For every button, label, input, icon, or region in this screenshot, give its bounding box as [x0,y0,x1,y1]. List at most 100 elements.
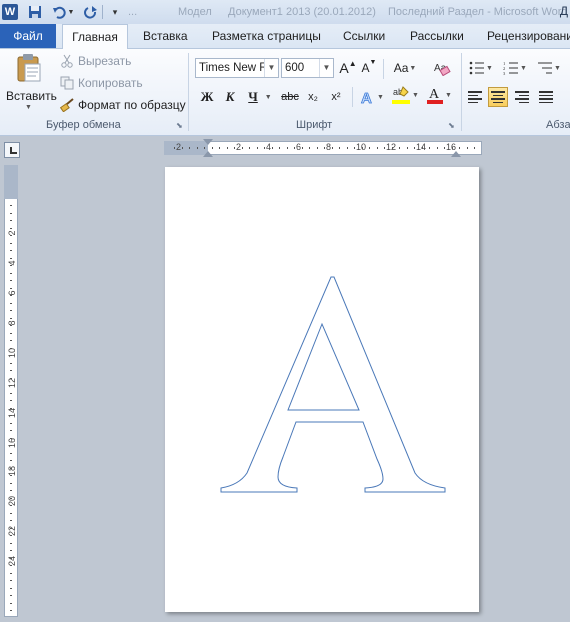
paste-button[interactable]: Вставить ▼ [6,53,57,117]
font-name-combo[interactable]: Times New Ro ▼ [195,58,279,78]
clear-formatting-icon: Aa [434,63,451,76]
bullets-button[interactable]: ▼ [467,59,495,77]
ruler-tick [294,147,295,149]
ruler-tick [10,347,12,349]
font-size-dropdown-icon[interactable]: ▼ [319,59,333,77]
tab-stop-selector[interactable] [4,142,20,158]
faded-item: Модел [178,6,212,18]
ruler-label: 16 [7,438,17,449]
ruler-tick [10,287,12,289]
multilevel-list-button[interactable]: ▼ [535,59,563,77]
ruler-tick [406,147,408,149]
ruler-label: 18 [7,466,17,477]
tab-review[interactable]: Рецензировани [487,24,570,48]
ruler-margin-left [164,141,208,155]
strikethrough-button[interactable]: abc [279,88,301,106]
shrink-font-button[interactable]: A ▼ [360,59,378,77]
ruler-tick [451,147,453,149]
ruler-tick [10,467,12,469]
customize-toolbar-icon[interactable]: ▾ [106,3,124,21]
ruler-label: 14 [7,408,17,419]
ruler-tick [436,147,438,149]
undo-dropdown-icon[interactable]: ▼ [66,3,76,21]
indent-marker-left[interactable] [203,139,213,145]
title-bar: W ▼ ▾ ... Модел Документ1 2013 (20.01.20… [0,0,570,24]
clear-formatting-button[interactable]: Aa [432,59,452,77]
font-color-button[interactable]: A ▼ [424,86,454,104]
font-name-dropdown-icon[interactable]: ▼ [264,59,278,77]
bold-button[interactable]: Ж [197,88,217,106]
tab-insert[interactable]: Вставка [143,24,188,48]
ruler-tick [10,512,12,514]
align-left-button[interactable] [465,87,485,107]
copy-button[interactable]: Копировать [60,76,143,90]
ruler-tick [10,527,12,529]
indent-marker-left-bottom[interactable] [203,151,213,157]
ruler-tick [331,147,333,149]
ruler-tick [10,580,12,581]
ruler-tick [10,400,12,401]
faded-item: Документ1 2013 (20.01.2012) [228,6,376,18]
faded-item: ... [128,6,138,18]
ruler-tick [324,147,325,149]
ruler-tick [10,407,12,409]
ruler-tick [10,250,12,251]
paragraph-group-label: Абза [546,119,570,131]
multilevel-list-icon [538,62,553,74]
redo-icon[interactable] [82,3,100,21]
format-painter-button[interactable]: Формат по образцу [59,98,186,113]
tab-references[interactable]: Ссылки [343,24,385,48]
ruler-label: 8 [326,142,332,152]
superscript-label: x² [331,91,341,103]
word-icon[interactable]: W [2,4,18,20]
ribbon: Вставить ▼ Вырезать Копировать Формат по… [0,49,570,136]
save-icon[interactable] [26,3,44,21]
document-page[interactable] [165,167,479,612]
ruler-tick [279,147,280,149]
svg-text:3: 3 [503,71,506,75]
ruler-tick [10,587,12,589]
tab-page-layout[interactable]: Разметка страницы [212,24,321,48]
ruler-tick [10,475,12,476]
ruler-tick [241,147,243,149]
underline-button[interactable]: Ч ▼ [244,88,276,106]
italic-button[interactable]: К [220,88,240,106]
change-case-button[interactable]: Aa ▼ [392,59,418,77]
ruler-tick [10,595,12,596]
clipboard-launcher-icon[interactable]: ⬊ [176,121,183,130]
ruler-tick [10,265,12,266]
ruler-tick [181,147,183,149]
grow-font-button[interactable]: A ▲ [339,59,357,77]
ruler-tick [226,147,228,149]
font-launcher-icon[interactable]: ⬊ [448,121,455,130]
ruler-label: 2 [7,230,17,236]
bullet-list-icon [469,61,485,75]
ruler-tick [286,147,288,149]
ruler-tick [474,147,475,149]
format-painter-label: Формат по образцу [78,98,186,112]
align-center-button[interactable] [488,87,508,107]
text-effects-button[interactable]: A ▼ [359,88,385,106]
ruler-tick [10,325,12,326]
ruler-tick [10,437,12,439]
tab-mailings[interactable]: Рассылки [410,24,464,48]
copy-label: Копировать [78,76,143,90]
ruler-label: 4 [266,142,272,152]
numbering-button[interactable]: 1 2 3 ▼ [501,59,529,77]
subscript-label: x₂ [308,91,318,103]
ruler-label: 22 [7,526,17,537]
subscript-button[interactable]: x₂ [303,88,323,106]
tab-home[interactable]: Главная [62,24,128,50]
align-right-button[interactable] [512,87,532,107]
justify-button[interactable] [536,87,556,107]
cut-button[interactable]: Вырезать [60,54,131,68]
ruler-label: 20 [7,496,17,507]
highlight-button[interactable]: ab ▼ [389,86,421,104]
font-size-combo[interactable]: 600 ▼ [281,58,334,78]
ruler-tick [391,147,393,149]
indent-marker-right[interactable] [451,151,461,157]
faded-item: Последний Раздел - Microsoft Word [388,6,568,18]
ruler-tick [10,280,12,281]
superscript-button[interactable]: x² [326,88,346,106]
tab-file[interactable]: Файл [0,24,56,48]
